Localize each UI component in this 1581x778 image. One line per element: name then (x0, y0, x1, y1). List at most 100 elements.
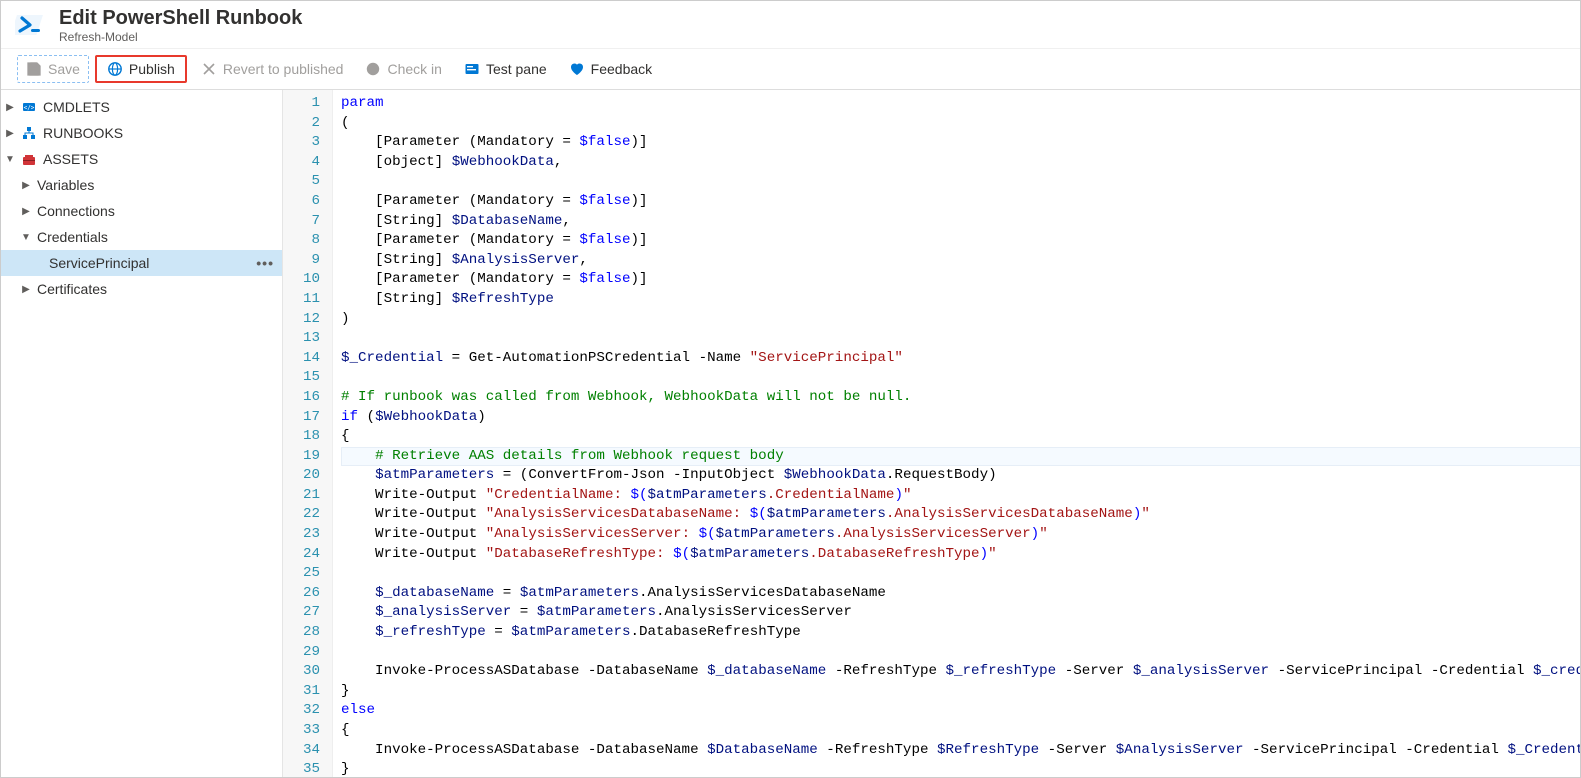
tree-label: Connections (37, 203, 115, 219)
code-line[interactable]: $_refreshType = $atmParameters.DatabaseR… (341, 623, 1580, 643)
code-line[interactable]: Invoke-ProcessASDatabase -DatabaseName $… (341, 662, 1580, 682)
code-line[interactable]: ( (341, 114, 1580, 134)
code-line[interactable]: $_analysisServer = $atmParameters.Analys… (341, 603, 1580, 623)
line-number: 21 (291, 486, 320, 506)
code-line[interactable]: $_databaseName = $atmParameters.Analysis… (341, 584, 1580, 604)
tree-label: Variables (37, 177, 94, 193)
line-number: 10 (291, 270, 320, 290)
tree-node-variables[interactable]: ▶ Variables (1, 172, 282, 198)
line-number: 3 (291, 133, 320, 153)
chevron-down-icon: ▼ (21, 232, 31, 243)
chevron-right-icon: ▶ (21, 206, 31, 217)
feedback-button[interactable]: Feedback (561, 56, 660, 82)
line-number: 18 (291, 427, 320, 447)
tree-label: RUNBOOKS (43, 125, 123, 141)
line-number: 2 (291, 114, 320, 134)
line-number: 22 (291, 505, 320, 525)
chevron-right-icon: ▶ (21, 284, 31, 295)
code-line[interactable]: $atmParameters = (ConvertFrom-Json -Inpu… (341, 466, 1580, 486)
code-line[interactable]: } (341, 682, 1580, 702)
line-number: 35 (291, 760, 320, 777)
line-number: 33 (291, 721, 320, 741)
checkin-icon (365, 61, 381, 77)
publish-label: Publish (129, 61, 175, 77)
code-line[interactable]: [object] $WebhookData, (341, 153, 1580, 173)
tree-node-cmdlets[interactable]: ▶ </> CMDLETS (1, 94, 282, 120)
line-number: 29 (291, 643, 320, 663)
more-icon[interactable]: ••• (256, 255, 274, 271)
code-line[interactable]: param (341, 94, 1580, 114)
code-line[interactable]: [Parameter (Mandatory = $false)] (341, 133, 1580, 153)
line-number: 8 (291, 231, 320, 251)
code-line[interactable]: ) (341, 310, 1580, 330)
code-line[interactable]: else (341, 701, 1580, 721)
testpane-button[interactable]: Test pane (456, 56, 555, 82)
line-number: 11 (291, 290, 320, 310)
tree-label: Certificates (37, 281, 107, 297)
code-line[interactable]: } (341, 760, 1580, 777)
line-number: 27 (291, 603, 320, 623)
code-line[interactable]: [String] $DatabaseName, (341, 212, 1580, 232)
code-line[interactable]: [String] $RefreshType (341, 290, 1580, 310)
code-line[interactable] (341, 643, 1580, 663)
tree-label: ASSETS (43, 151, 98, 167)
line-number: 12 (291, 310, 320, 330)
code-line[interactable]: Write-Output "AnalysisServicesServer: $(… (341, 525, 1580, 545)
tree-node-connections[interactable]: ▶ Connections (1, 198, 282, 224)
feedback-icon (569, 61, 585, 77)
code-line[interactable]: Write-Output "AnalysisServicesDatabaseNa… (341, 505, 1580, 525)
page-title: Edit PowerShell Runbook (59, 7, 302, 30)
save-button[interactable]: Save (17, 55, 89, 83)
code-line[interactable]: Invoke-ProcessASDatabase -DatabaseName $… (341, 741, 1580, 761)
code-line[interactable] (341, 368, 1580, 388)
code-line[interactable]: # Retrieve AAS details from Webhook requ… (341, 447, 1580, 467)
code-content[interactable]: param( [Parameter (Mandatory = $false)] … (333, 90, 1580, 777)
code-line[interactable]: { (341, 427, 1580, 447)
tree-node-runbooks[interactable]: ▶ RUNBOOKS (1, 120, 282, 146)
revert-label: Revert to published (223, 61, 344, 77)
chevron-right-icon: ▶ (21, 180, 31, 191)
line-number: 6 (291, 192, 320, 212)
chevron-down-icon: ▼ (5, 154, 15, 165)
code-line[interactable]: [Parameter (Mandatory = $false)] (341, 270, 1580, 290)
checkin-button[interactable]: Check in (357, 56, 449, 82)
publish-button[interactable]: Publish (95, 55, 187, 83)
code-line[interactable]: Write-Output "CredentialName: $($atmPara… (341, 486, 1580, 506)
line-number: 24 (291, 545, 320, 565)
tree-node-serviceprincipal[interactable]: ServicePrincipal ••• (1, 250, 282, 276)
code-line[interactable]: $_Credential = Get-AutomationPSCredentia… (341, 349, 1580, 369)
tree-node-credentials[interactable]: ▼ Credentials (1, 224, 282, 250)
line-number: 19 (291, 447, 320, 467)
code-line[interactable] (341, 564, 1580, 584)
line-number: 30 (291, 662, 320, 682)
save-icon (26, 61, 42, 77)
code-line[interactable]: [Parameter (Mandatory = $false)] (341, 231, 1580, 251)
code-line[interactable]: Write-Output "DatabaseRefreshType: $($at… (341, 545, 1580, 565)
code-line[interactable]: # If runbook was called from Webhook, We… (341, 388, 1580, 408)
line-number: 9 (291, 251, 320, 271)
line-number: 34 (291, 741, 320, 761)
code-editor[interactable]: 1234567891011121314151617181920212223242… (283, 90, 1580, 777)
chevron-right-icon: ▶ (5, 128, 15, 139)
code-line[interactable] (341, 172, 1580, 192)
line-number: 7 (291, 212, 320, 232)
line-number: 14 (291, 349, 320, 369)
code-line[interactable]: [String] $AnalysisServer, (341, 251, 1580, 271)
publish-icon (107, 61, 123, 77)
toolbar: Save Publish Revert to published Check i… (1, 49, 1580, 90)
code-line[interactable] (341, 329, 1580, 349)
tree-label: Credentials (37, 229, 108, 245)
line-number: 13 (291, 329, 320, 349)
line-number: 20 (291, 466, 320, 486)
line-number: 4 (291, 153, 320, 173)
revert-button[interactable]: Revert to published (193, 56, 352, 82)
line-number: 26 (291, 584, 320, 604)
tree-node-certificates[interactable]: ▶ Certificates (1, 276, 282, 302)
code-line[interactable]: { (341, 721, 1580, 741)
code-line[interactable]: [Parameter (Mandatory = $false)] (341, 192, 1580, 212)
tree-node-assets[interactable]: ▼ ASSETS (1, 146, 282, 172)
code-line[interactable]: if ($WebhookData) (341, 408, 1580, 428)
runbooks-icon (21, 126, 37, 140)
revert-icon (201, 61, 217, 77)
header: Edit PowerShell Runbook Refresh-Model (1, 1, 1580, 49)
